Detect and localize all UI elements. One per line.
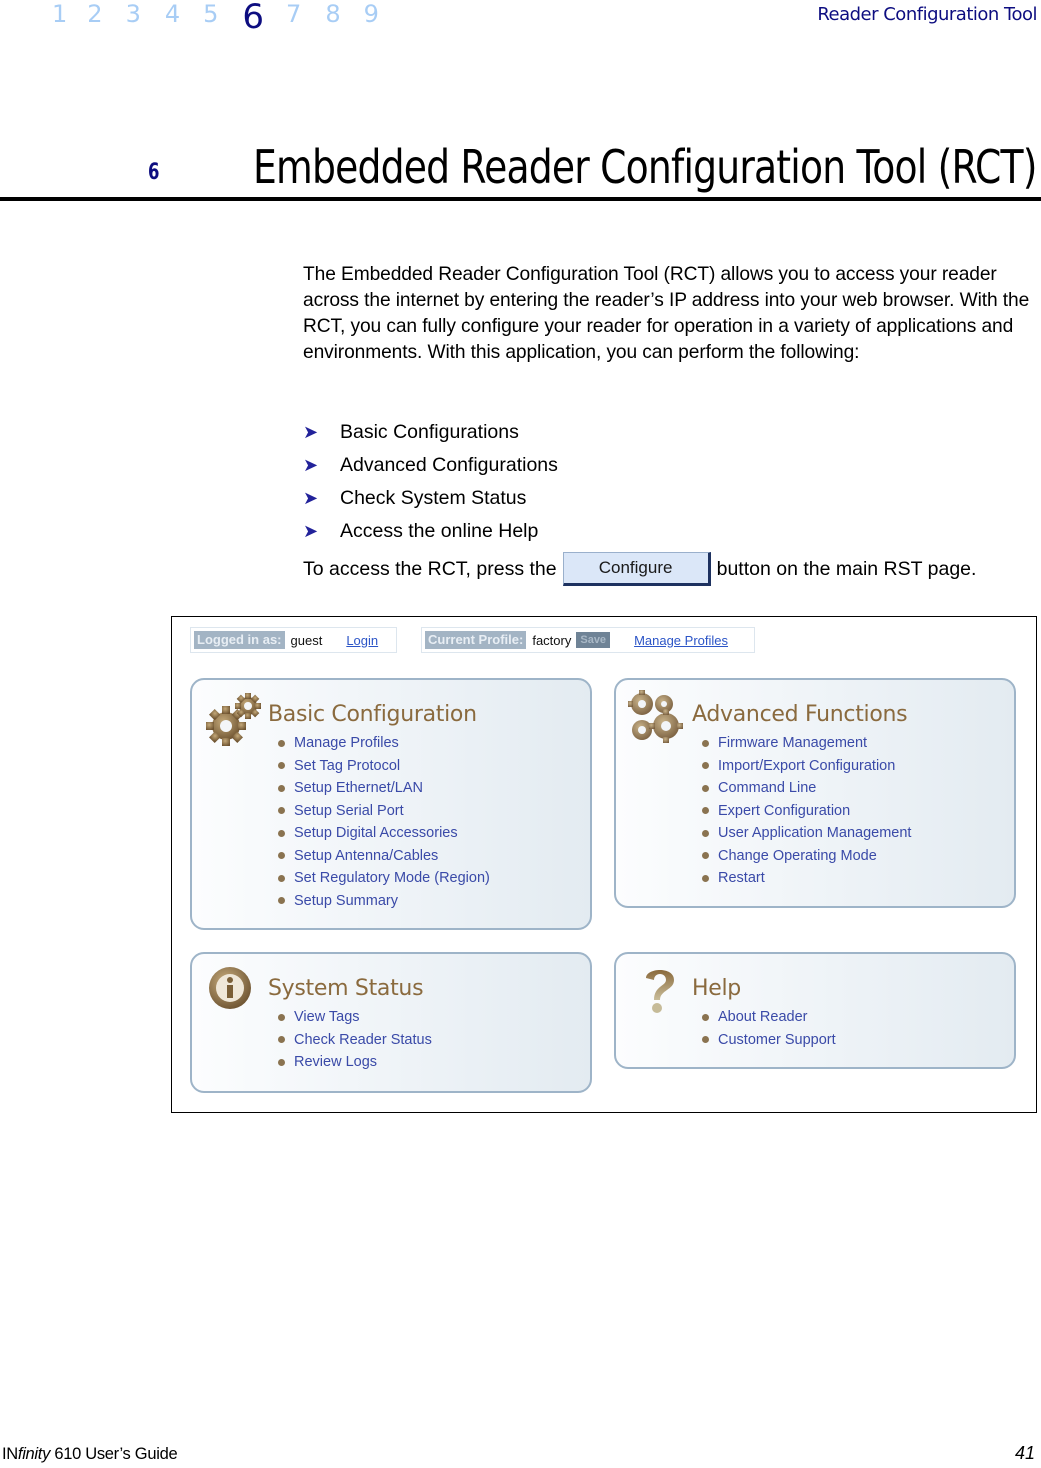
bullet-dot-icon bbox=[278, 739, 285, 747]
panel-link-list: View Tags Check Reader Status Review Log… bbox=[278, 1006, 432, 1074]
advanced-functions-panel: Advanced Functions Firmware Management I… bbox=[614, 678, 1016, 908]
feature-list-item: ➤ Advanced Configurations bbox=[303, 454, 558, 476]
manage-profiles-link[interactable]: Manage Profiles bbox=[634, 633, 728, 648]
bullet-dot-icon bbox=[278, 784, 285, 792]
arrow-bullet-icon: ➤ bbox=[303, 488, 319, 508]
panel-link[interactable]: Command Line bbox=[702, 777, 911, 800]
panel-link[interactable]: Change Operating Mode bbox=[702, 845, 911, 868]
bullet-dot-icon bbox=[278, 1058, 285, 1066]
bullet-dot-icon bbox=[278, 874, 285, 882]
panel-link[interactable]: Setup Ethernet/LAN bbox=[278, 777, 490, 800]
bullet-dot-icon bbox=[702, 1013, 709, 1021]
panel-link[interactable]: Restart bbox=[702, 867, 911, 890]
access-instruction: To access the RCT, press the Configure b… bbox=[303, 552, 976, 586]
bullet-dot-icon bbox=[278, 1013, 285, 1021]
rct-screenshot: Logged in as: guest Login Current Profil… bbox=[171, 616, 1037, 1113]
chapter-nav-item[interactable]: 3 bbox=[126, 0, 141, 28]
panel-link[interactable]: Setup Digital Accessories bbox=[278, 822, 490, 845]
logged-in-label: Logged in as: bbox=[194, 631, 285, 649]
bullet-dot-icon bbox=[702, 807, 709, 815]
panel-link-list: About Reader Customer Support bbox=[702, 1006, 836, 1051]
arrow-bullet-icon: ➤ bbox=[303, 455, 319, 475]
panel-link-list: Firmware Management Import/Export Config… bbox=[702, 732, 911, 890]
chapter-nav-item[interactable]: 8 bbox=[325, 0, 340, 28]
bullet-dot-icon bbox=[278, 897, 285, 905]
chapter-nav-item[interactable]: 9 bbox=[364, 0, 379, 28]
chapter-nav-item-active[interactable]: 6 bbox=[242, 0, 264, 34]
chapter-nav-item[interactable]: 1 bbox=[52, 0, 67, 28]
question-icon bbox=[646, 970, 674, 1013]
bullet-dot-icon bbox=[702, 829, 709, 837]
panel-link[interactable]: User Application Management bbox=[702, 822, 911, 845]
panel-link[interactable]: Set Regulatory Mode (Region) bbox=[278, 867, 490, 890]
bullet-dot-icon bbox=[702, 784, 709, 792]
panel-link[interactable]: Customer Support bbox=[702, 1029, 836, 1052]
bullet-dot-icon bbox=[278, 852, 285, 860]
chapter-nav: 1 2 3 4 5 6 7 8 9 bbox=[52, 0, 379, 36]
login-link[interactable]: Login bbox=[346, 633, 378, 648]
panel-link[interactable]: Import/Export Configuration bbox=[702, 755, 911, 778]
panel-link[interactable]: Set Tag Protocol bbox=[278, 755, 490, 778]
chapter-number: 6 bbox=[148, 160, 160, 185]
arrow-bullet-icon: ➤ bbox=[303, 521, 319, 541]
logged-in-user: guest bbox=[290, 632, 323, 648]
chapter-nav-item[interactable]: 7 bbox=[286, 0, 301, 28]
panel-link[interactable]: Review Logs bbox=[278, 1051, 432, 1074]
bullet-dot-icon bbox=[278, 829, 285, 837]
chapter-title: Embedded Reader Configuration Tool (RCT) bbox=[253, 140, 1037, 194]
chapter-nav-item[interactable]: 2 bbox=[87, 0, 102, 28]
arrow-bullet-icon: ➤ bbox=[303, 422, 319, 442]
feature-list-item: ➤ Basic Configurations bbox=[303, 421, 519, 443]
panel-link[interactable]: About Reader bbox=[702, 1006, 836, 1029]
login-status-bar: Logged in as: guest Login bbox=[190, 627, 397, 653]
running-header-title: Reader Configuration Tool bbox=[817, 4, 1037, 25]
panel-link[interactable]: Setup Summary bbox=[278, 890, 490, 913]
bullet-dot-icon bbox=[702, 852, 709, 860]
panel-title: Advanced Functions bbox=[692, 702, 908, 727]
bullet-dot-icon bbox=[278, 762, 285, 770]
bullet-dot-icon bbox=[702, 874, 709, 882]
bullet-dot-icon bbox=[702, 739, 709, 747]
profile-status-bar: Current Profile: factory Save Manage Pro… bbox=[421, 627, 755, 653]
bullet-dot-icon bbox=[702, 762, 709, 770]
panel-title: System Status bbox=[268, 976, 424, 1001]
panel-title: Help bbox=[692, 976, 741, 1001]
panel-link-list: Manage Profiles Set Tag Protocol Setup E… bbox=[278, 732, 490, 912]
feature-list-item: ➤ Access the online Help bbox=[303, 520, 539, 542]
footer-guide-title: INfinity 610 User’s Guide bbox=[2, 1445, 178, 1463]
panel-link[interactable]: Setup Serial Port bbox=[278, 800, 490, 823]
panel-link[interactable]: Check Reader Status bbox=[278, 1029, 432, 1052]
info-icon bbox=[209, 967, 251, 1009]
intro-paragraph: The Embedded Reader Configuration Tool (… bbox=[303, 264, 1030, 363]
panel-link[interactable]: Manage Profiles bbox=[278, 732, 490, 755]
system-status-panel: System Status View Tags Check Reader Sta… bbox=[190, 952, 592, 1093]
basic-configuration-panel: Basic Configuration Manage Profiles Set … bbox=[190, 678, 592, 930]
save-profile-button[interactable]: Save bbox=[576, 632, 611, 648]
help-panel: Help About Reader Customer Support bbox=[614, 952, 1016, 1069]
current-profile-value: factory bbox=[532, 632, 572, 648]
panel-link[interactable]: Expert Configuration bbox=[702, 800, 911, 823]
feature-list: ➤ Basic Configurations ➤ Advanced Configur… bbox=[303, 416, 558, 548]
chapter-nav-item[interactable]: 5 bbox=[203, 0, 218, 28]
panel-link[interactable]: View Tags bbox=[278, 1006, 432, 1029]
bullet-dot-icon bbox=[702, 1036, 709, 1044]
feature-list-item: ➤ Check System Status bbox=[303, 487, 527, 509]
current-profile-label: Current Profile: bbox=[425, 631, 527, 649]
panel-link[interactable]: Firmware Management bbox=[702, 732, 911, 755]
chapter-nav-item[interactable]: 4 bbox=[165, 0, 180, 28]
panel-title: Basic Configuration bbox=[268, 702, 477, 727]
bullet-dot-icon bbox=[278, 807, 285, 815]
gears-icon bbox=[206, 693, 261, 746]
title-rule bbox=[0, 197, 1041, 201]
bullet-dot-icon bbox=[278, 1036, 285, 1044]
panel-link[interactable]: Setup Antenna/Cables bbox=[278, 845, 490, 868]
page-number: 41 bbox=[1014, 1443, 1035, 1463]
configure-button[interactable]: Configure bbox=[562, 552, 711, 586]
multi-gears-icon bbox=[628, 690, 683, 743]
